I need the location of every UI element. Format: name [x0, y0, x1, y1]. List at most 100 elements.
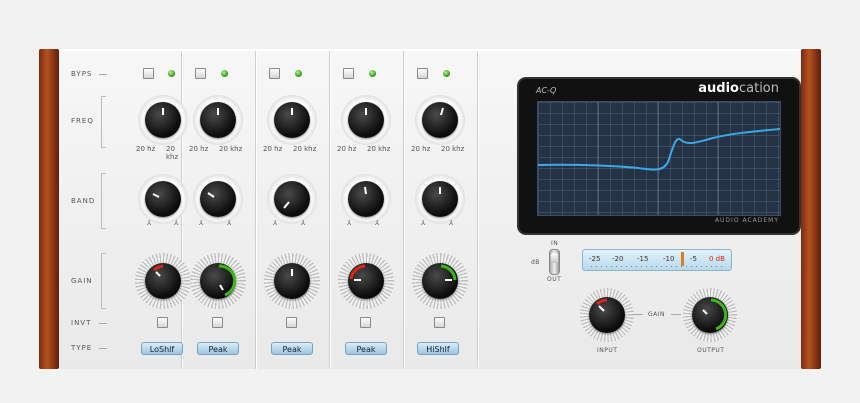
knob-pointer-icon	[291, 108, 293, 115]
bypass-checkbox[interactable]	[417, 68, 428, 79]
band-knob-ring	[267, 174, 317, 224]
gain-knob-ring	[338, 253, 394, 309]
band-knob[interactable]	[274, 181, 310, 217]
invert-checkbox[interactable]	[157, 317, 168, 328]
filter-type-button[interactable]: Peak	[271, 342, 313, 355]
invert-checkbox[interactable]	[286, 317, 297, 328]
knob-pointer-icon	[349, 264, 366, 281]
freq-knob[interactable]	[274, 102, 310, 138]
freq-min-label: 20 hz	[189, 145, 209, 153]
gain-center-label: GAIN	[648, 311, 666, 318]
meter-tick: -25	[589, 255, 601, 263]
bypass-led-icon	[443, 70, 450, 77]
knob-pointer-icon	[595, 298, 608, 312]
band-knob[interactable]	[200, 181, 236, 217]
band-column-2: 20 hz 20 khz ⅄ ⅄ Peak	[181, 51, 255, 369]
band-column-1: 20 hz 20 khz ⅄ ⅄ LoShlf	[107, 51, 191, 369]
filter-type-button[interactable]: Peak	[197, 342, 239, 355]
invert-checkbox[interactable]	[434, 317, 445, 328]
gain-knob[interactable]	[274, 263, 310, 299]
narrow-icon: ⅄	[199, 219, 204, 227]
band-knob[interactable]	[348, 181, 384, 217]
freq-knob[interactable]	[145, 102, 181, 138]
wood-side-left	[39, 49, 59, 369]
filter-type-button[interactable]: HiShlf	[417, 342, 459, 355]
band-column-4: 20 hz 20 khz ⅄ ⅄ Peak	[329, 51, 403, 369]
bypass-checkbox[interactable]	[343, 68, 354, 79]
switch-db-label: dB	[531, 259, 540, 266]
gain-knob[interactable]	[348, 263, 384, 299]
freq-min-label: 20 hz	[337, 145, 357, 153]
meter-tick-zero: 0 dB	[709, 255, 725, 263]
meter-peak-indicator	[681, 252, 684, 266]
knob-pointer-icon	[440, 264, 457, 281]
freq-min-label: 20 hz	[263, 145, 283, 153]
plugin-faceplate: BYPS FREQ BAND GAIN INVT TYPE 20 hz 20 k…	[59, 49, 801, 369]
bypass-checkbox[interactable]	[143, 68, 154, 79]
band-knob-ring	[193, 174, 243, 224]
invert-checkbox[interactable]	[360, 317, 371, 328]
knob-pointer-icon	[218, 264, 236, 297]
freq-knob[interactable]	[348, 102, 384, 138]
input-knob[interactable]	[589, 297, 625, 333]
wide-icon: ⅄	[375, 219, 380, 227]
freq-max-label: 20 khz	[367, 145, 391, 153]
knob-pointer-icon	[365, 108, 367, 115]
gain-bracket	[101, 253, 106, 309]
freq-knob[interactable]	[200, 102, 236, 138]
freq-knob-ring	[267, 95, 317, 145]
wide-icon: ⅄	[174, 219, 179, 227]
wide-icon: ⅄	[449, 219, 454, 227]
freq-max-label: 20 khz	[293, 145, 317, 153]
knob-pointer-icon	[207, 192, 215, 198]
gain-line-right	[671, 314, 681, 315]
output-knob[interactable]	[692, 297, 728, 333]
brand-light-text: cation	[738, 81, 779, 96]
filter-type-button[interactable]: LoShlf	[141, 342, 183, 355]
narrow-icon: ⅄	[273, 219, 278, 227]
toggle-handle[interactable]	[551, 253, 558, 263]
gain-knob[interactable]	[422, 263, 458, 299]
meter-tick: -20	[612, 255, 624, 263]
freq-max-label: 20 khz	[441, 145, 465, 153]
brand-logo: audiocation	[698, 81, 779, 96]
in-out-toggle[interactable]	[550, 250, 559, 274]
eq-display: AC-Q audiocation AUDIO ACADEMY	[519, 79, 799, 233]
narrow-icon: ⅄	[347, 219, 352, 227]
freq-knob-ring	[415, 95, 465, 145]
knob-pointer-icon	[439, 187, 441, 194]
band-knob-ring	[341, 174, 391, 224]
input-knob-ring	[580, 288, 634, 342]
row-dash	[99, 323, 107, 324]
freq-min-label: 20 hz	[136, 145, 156, 153]
gain-knob[interactable]	[145, 263, 181, 299]
row-dash	[99, 348, 107, 349]
knob-pointer-icon	[702, 298, 728, 331]
wide-icon: ⅄	[227, 219, 232, 227]
filter-type-button[interactable]: Peak	[345, 342, 387, 355]
eq-plugin: BYPS FREQ BAND GAIN INVT TYPE 20 hz 20 k…	[39, 49, 821, 369]
wood-side-right	[801, 49, 821, 369]
band-column-5: 20 hz 20 khz ⅄ ⅄ HiShlf	[403, 51, 477, 369]
knob-pointer-icon	[152, 193, 160, 198]
knob-pointer-icon	[291, 269, 293, 276]
band-knob-ring	[415, 174, 465, 224]
narrow-icon: ⅄	[147, 219, 152, 227]
band-knob[interactable]	[422, 181, 458, 217]
knob-pointer-icon	[162, 108, 164, 115]
model-label: AC-Q	[536, 86, 557, 95]
meter-tick: -5	[690, 255, 697, 263]
freq-knob[interactable]	[422, 102, 458, 138]
invert-checkbox[interactable]	[212, 317, 223, 328]
meter-scale	[591, 266, 725, 267]
bypass-led-icon	[168, 70, 175, 77]
band-knob[interactable]	[145, 181, 181, 217]
bypass-checkbox[interactable]	[195, 68, 206, 79]
bypass-checkbox[interactable]	[269, 68, 280, 79]
knob-pointer-icon	[364, 186, 367, 195]
gain-knob[interactable]	[200, 263, 236, 299]
knob-pointer-icon	[283, 201, 290, 209]
bypass-led-icon	[295, 70, 302, 77]
knob-pointer-icon	[217, 108, 219, 115]
bypass-led-icon	[221, 70, 228, 77]
